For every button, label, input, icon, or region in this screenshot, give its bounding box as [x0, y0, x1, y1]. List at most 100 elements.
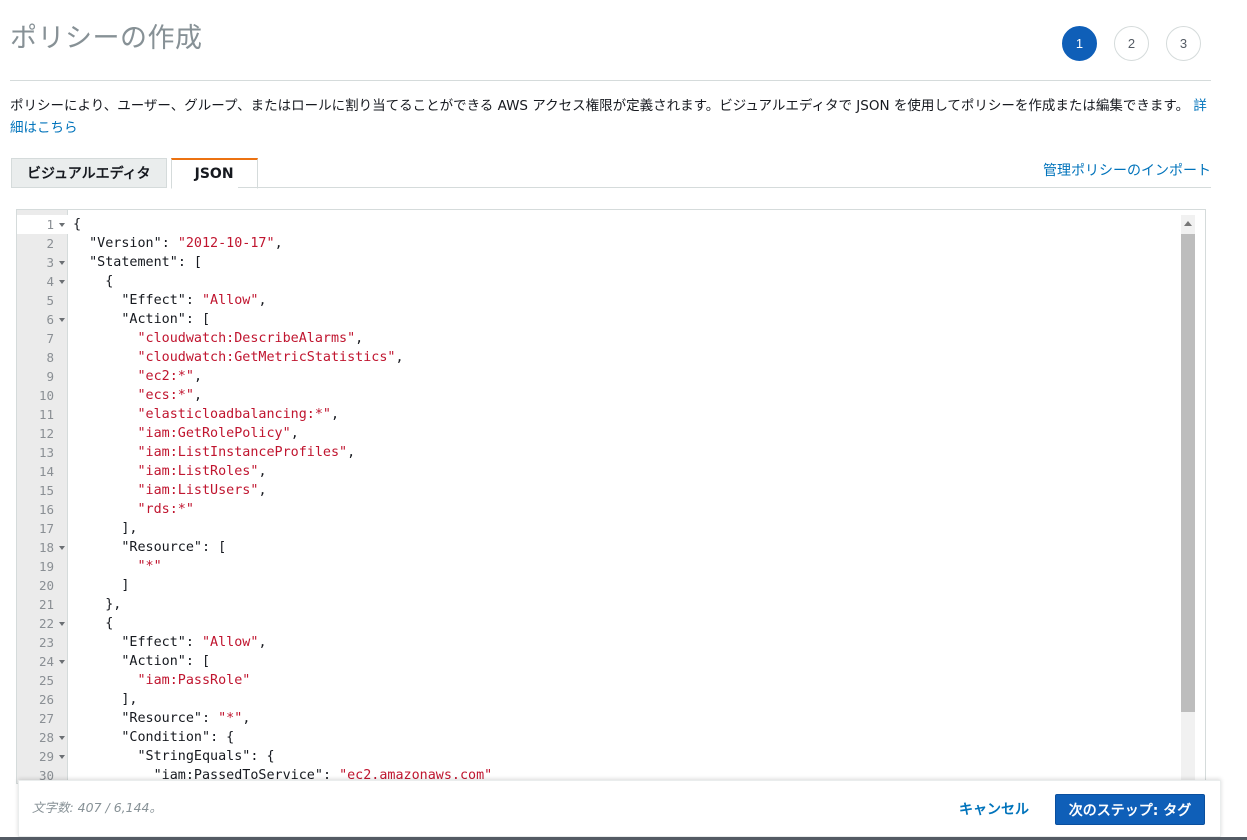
- code-text: "rds:*": [137, 502, 194, 517]
- code-line[interactable]: 5 "Effect": "Allow",: [17, 291, 1177, 310]
- json-editor[interactable]: 1{2 "Version": "2012-10-17", 3 "Statement…: [16, 209, 1206, 784]
- code-line[interactable]: 29 "StringEquals": {: [17, 747, 1177, 766]
- line-number: 8: [46, 350, 54, 365]
- code-line[interactable]: 26 ],: [17, 690, 1177, 709]
- code-text: "Statement": [: [89, 255, 202, 270]
- code-line[interactable]: 22 {: [17, 614, 1177, 633]
- code-line[interactable]: 21 },: [17, 595, 1177, 614]
- code-line[interactable]: 19 "*": [17, 557, 1177, 576]
- code-text: ],: [73, 521, 138, 536]
- code-line[interactable]: 14 "iam:ListRoles",: [17, 462, 1177, 481]
- code-text: {: [73, 616, 114, 631]
- editor-tabs: ビジュアルエディタ JSON: [11, 158, 262, 189]
- description-text: ポリシーにより、ユーザー、グループ、またはロールに割り当てることができる AWS…: [10, 98, 1190, 114]
- code-line[interactable]: 28 "Condition": {: [17, 728, 1177, 747]
- cancel-button[interactable]: キャンセル: [959, 799, 1029, 819]
- code-line[interactable]: 7 "cloudwatch:DescribeAlarms",: [17, 329, 1177, 348]
- fold-toggle-icon[interactable]: [59, 546, 65, 550]
- code-line[interactable]: 23 "Effect": "Allow",: [17, 633, 1177, 652]
- code-line[interactable]: 11 "elasticloadbalancing:*",: [17, 405, 1177, 424]
- code-line[interactable]: 24 "Action": [: [17, 652, 1177, 671]
- import-managed-policy-link[interactable]: 管理ポリシーのインポート: [1043, 160, 1211, 180]
- code-line[interactable]: 13 "iam:ListInstanceProfiles",: [17, 443, 1177, 462]
- line-number: 2: [46, 236, 54, 251]
- code-line[interactable]: 18 "Resource": [: [17, 538, 1177, 557]
- code-text: "Effect": "Allow",: [121, 293, 267, 308]
- code-text: "Resource": [: [121, 540, 227, 555]
- footer-bar: 文字数: 407 / 6,144。 キャンセル 次のステップ: タグ: [18, 780, 1221, 837]
- code-text: ],: [73, 692, 138, 707]
- scrollbar-thumb[interactable]: [1181, 234, 1195, 712]
- code-line[interactable]: 8 "cloudwatch:GetMetricStatistics",: [17, 348, 1177, 367]
- code-text: "iam:GetRolePolicy",: [137, 426, 299, 441]
- line-number: 17: [38, 521, 54, 536]
- line-number: 4: [17, 274, 68, 289]
- code-line[interactable]: 12 "iam:GetRolePolicy",: [17, 424, 1177, 443]
- code-text: "ecs:*",: [137, 388, 203, 403]
- code-text: "cloudwatch:GetMetricStatistics",: [137, 350, 404, 365]
- code-line[interactable]: 4 {: [17, 272, 1177, 291]
- line-number: 15: [38, 483, 54, 498]
- line-number: 26: [38, 692, 54, 707]
- fold-toggle-icon[interactable]: [59, 736, 65, 740]
- code-line[interactable]: 15 "iam:ListUsers",: [17, 481, 1177, 500]
- code-text: "iam:PassRole": [137, 673, 251, 688]
- code-text: ]: [73, 578, 130, 593]
- fold-toggle-icon[interactable]: [59, 622, 65, 626]
- line-number: 24: [17, 654, 68, 669]
- code-text: "iam:ListUsers",: [137, 483, 267, 498]
- code-text: "Resource": "*",: [121, 711, 251, 726]
- code-line[interactable]: 6 "Action": [: [17, 310, 1177, 329]
- line-number: 3: [17, 255, 68, 270]
- line-number: 22: [17, 616, 68, 631]
- code-line[interactable]: 20 ]: [17, 576, 1177, 595]
- code-text: "ec2:*",: [137, 369, 203, 384]
- code-line[interactable]: 17 ],: [17, 519, 1177, 538]
- scroll-up-icon[interactable]: [1184, 221, 1192, 226]
- code-line[interactable]: 27 "Resource": "*",: [17, 709, 1177, 728]
- page-description: ポリシーにより、ユーザー、グループ、またはロールに割り当てることができる AWS…: [10, 95, 1215, 139]
- fold-toggle-icon[interactable]: [59, 261, 65, 265]
- tab-divider: [238, 187, 1211, 188]
- code-line[interactable]: 10 "ecs:*",: [17, 386, 1177, 405]
- fold-toggle-icon[interactable]: [59, 318, 65, 322]
- fold-toggle-icon[interactable]: [59, 223, 65, 227]
- code-text: },: [73, 597, 122, 612]
- code-line[interactable]: 2 "Version": "2012-10-17",: [17, 234, 1177, 253]
- tab-visual-editor[interactable]: ビジュアルエディタ: [11, 158, 167, 188]
- line-number: 18: [17, 540, 68, 555]
- line-number: 13: [38, 445, 54, 460]
- tab-json[interactable]: JSON: [170, 158, 258, 189]
- fold-toggle-icon[interactable]: [59, 660, 65, 664]
- code-line[interactable]: 16 "rds:*": [17, 500, 1177, 519]
- line-number: 29: [17, 749, 68, 764]
- vertical-scrollbar[interactable]: [1181, 215, 1195, 780]
- code-line[interactable]: 25 "iam:PassRole": [17, 671, 1177, 690]
- code-text: "iam:ListInstanceProfiles",: [137, 445, 356, 460]
- fold-toggle-icon[interactable]: [59, 755, 65, 759]
- step-indicator: 1 2 3: [1062, 26, 1218, 61]
- line-number: 28: [17, 730, 68, 745]
- char-count: 文字数: 407 / 6,144。: [32, 800, 162, 815]
- fold-toggle-icon[interactable]: [59, 280, 65, 284]
- code-text: {: [73, 217, 82, 232]
- code-line[interactable]: 3 "Statement": [: [17, 253, 1177, 272]
- line-number: 12: [38, 426, 54, 441]
- code-lines[interactable]: 1{2 "Version": "2012-10-17", 3 "Statement…: [17, 215, 1177, 783]
- code-text: "Condition": {: [121, 730, 235, 745]
- line-number: 19: [38, 559, 54, 574]
- code-text: "Effect": "Allow",: [121, 635, 267, 650]
- code-text: "elasticloadbalancing:*",: [137, 407, 340, 422]
- step-1: 1: [1062, 26, 1097, 61]
- code-line[interactable]: 9 "ec2:*",: [17, 367, 1177, 386]
- line-number: 20: [38, 578, 54, 593]
- code-text: "Version": "2012-10-17",: [89, 236, 283, 251]
- next-step-button[interactable]: 次のステップ: タグ: [1055, 794, 1205, 825]
- code-line[interactable]: 1{: [17, 215, 1177, 234]
- code-text: "cloudwatch:DescribeAlarms",: [137, 331, 364, 346]
- code-text: "Action": [: [121, 312, 211, 327]
- divider: [10, 80, 1211, 81]
- code-text: "Action": [: [121, 654, 211, 669]
- line-number: 25: [38, 673, 54, 688]
- line-number: 7: [46, 331, 54, 346]
